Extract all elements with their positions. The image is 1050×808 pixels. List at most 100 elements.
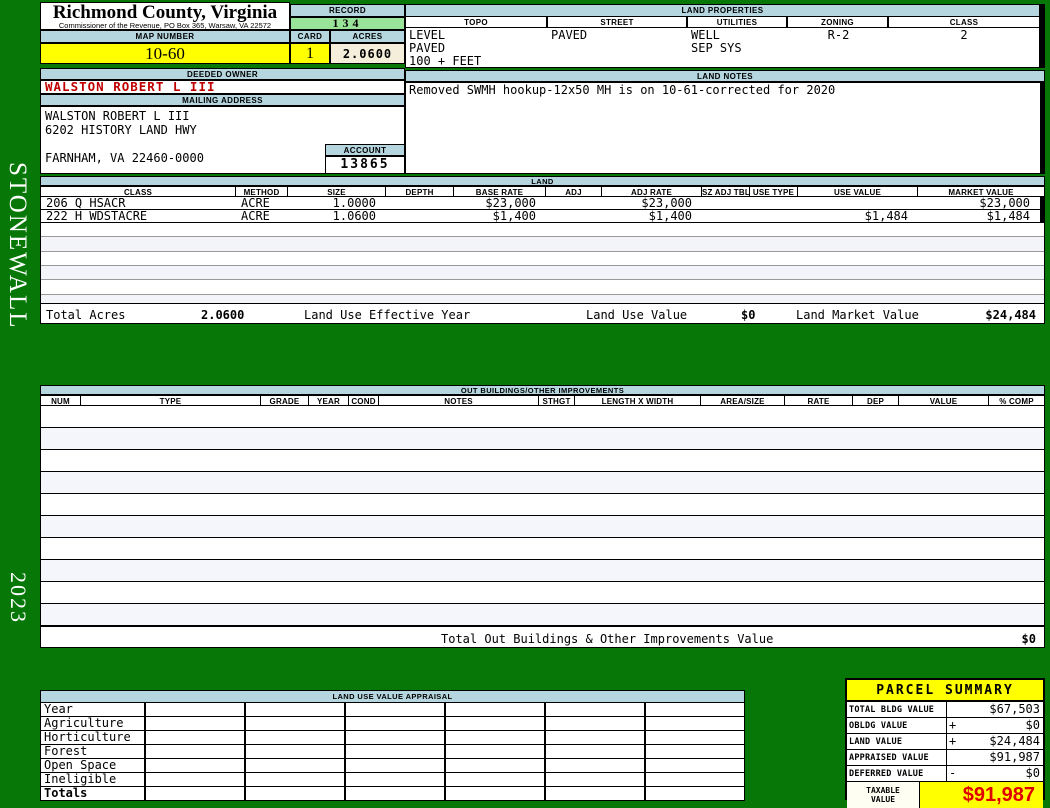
col-zoning: ZONING [787, 17, 888, 28]
land-use-appraisal-cell [145, 787, 245, 801]
land-properties-section: LAND PROPERTIES TOPO STREET UTILITIES ZO… [405, 4, 1045, 68]
land-use-appraisal-cell [445, 717, 545, 731]
col-type: TYPE [81, 395, 261, 406]
col-adj-rate: ADJ RATE [602, 186, 702, 197]
land-use-appraisal-row-label: Ineligible [40, 773, 145, 787]
land-use-appraisal-cell [245, 787, 345, 801]
taxable-value-label: TAXABLE VALUE [847, 782, 920, 808]
land-use-appraisal-cell [545, 731, 645, 745]
topo-value: LEVEL [409, 28, 446, 42]
land-use-appraisal-cell [345, 717, 445, 731]
parcel-summary-row: OBLDG VALUE + $0 [847, 718, 1043, 734]
total-acres-label: Total Acres [46, 308, 126, 322]
col-sthgt: STHGT [539, 395, 575, 406]
out-buildings-empty-row [41, 428, 1044, 450]
col-adj: ADJ [546, 186, 602, 197]
card-value: 1 [290, 43, 330, 64]
out-buildings-total-row: Total Out Buildings & Other Improvements… [40, 626, 1045, 648]
out-buildings-empty-row [41, 604, 1044, 626]
map-number-header: MAP NUMBER [40, 30, 290, 43]
col-cond: COND [349, 395, 379, 406]
land-use-appraisal-cell [445, 759, 545, 773]
land-empty-row [41, 237, 1044, 252]
county-title-box: Richmond County, Virginia Commissioner o… [40, 2, 290, 30]
topo-value: 100 + FEET [409, 54, 482, 68]
property-record-card: { "page": { "district": "STONEWALL", "ye… [0, 0, 1050, 808]
col-use-type: USE TYPE [750, 186, 798, 197]
land-use-appraisal-cell [245, 703, 345, 717]
col-year: YEAR [309, 395, 349, 406]
land-use-appraisal-cell [445, 787, 545, 801]
land-use-appraisal-cell [345, 759, 445, 773]
record-value: 134 [290, 16, 405, 30]
land-use-appraisal-row-label: Agriculture [40, 717, 145, 731]
land-use-appraisal-cell [645, 745, 745, 759]
land-use-appraisal-cell [345, 787, 445, 801]
col-depth: DEPTH [386, 186, 454, 197]
parcel-summary-row: TOTAL BLDG VALUE $67,503 [847, 702, 1043, 718]
utilities-value: SEP SYS [691, 41, 742, 55]
out-buildings-total-label: Total Out Buildings & Other Improvements… [441, 632, 774, 646]
land-empty-row [41, 251, 1044, 266]
land-use-appraisal-cell [445, 745, 545, 759]
land-use-appraisal-cell [245, 759, 345, 773]
parcel-summary-section: PARCEL SUMMARY TOTAL BLDG VALUE $67,503 … [845, 678, 1045, 808]
land-use-appraisal-row-label: Year [40, 703, 145, 717]
land-use-appraisal-cell [645, 759, 745, 773]
col-base-rate: BASE RATE [454, 186, 546, 197]
land-use-appraisal-row: Horticulture [40, 731, 745, 745]
parcel-summary-row: APPRAISED VALUE $91,987 [847, 750, 1043, 766]
land-use-appraisal-cell [145, 745, 245, 759]
col-method: METHOD [236, 186, 288, 197]
land-use-appraisal-row-label: Forest [40, 745, 145, 759]
out-buildings-title: OUT BUILDINGS/OTHER IMPROVEMENTS [40, 385, 1045, 395]
col-area-size: AREA/SIZE [701, 395, 785, 406]
out-buildings-empty-row [41, 516, 1044, 538]
account-value: 13865 [325, 156, 405, 174]
col-class: CLASS [41, 186, 236, 197]
land-use-appraisal-row: Year [40, 703, 745, 717]
out-buildings-empty-row [41, 450, 1044, 472]
parcel-summary-title: PARCEL SUMMARY [847, 680, 1043, 702]
out-buildings-empty-rows [40, 406, 1045, 626]
parcel-summary-row: LAND VALUE + $24,484 [847, 734, 1043, 750]
land-use-appraisal-cell [245, 745, 345, 759]
col-dep: DEP [853, 395, 899, 406]
col-num: NUM [41, 395, 81, 406]
land-market-value-label: Land Market Value [796, 308, 919, 322]
mailing-address-header: MAILING ADDRESS [40, 94, 405, 106]
land-use-appraisal-cell [645, 717, 745, 731]
land-use-appraisal-cell [445, 731, 545, 745]
land-properties-column-headers: TOPO STREET UTILITIES ZONING CLASS [405, 17, 1040, 28]
land-row: 222 H WDSTACRE ACRE 1.0600 $1,400 $1,400… [40, 210, 1045, 223]
out-buildings-empty-row [41, 494, 1044, 516]
district-vertical-label: STONEWALL [4, 162, 31, 330]
deeded-owner-value: WALSTON ROBERT L III [40, 80, 405, 94]
address-line-2: 6202 HISTORY LAND HWY [45, 123, 197, 137]
land-empty-row [41, 265, 1044, 281]
col-street: STREET [547, 17, 687, 28]
out-buildings-column-headers: NUM TYPE GRADE YEAR COND NOTES STHGT LEN… [40, 395, 1045, 406]
acres-value: 2.0600 [330, 43, 405, 64]
out-buildings-total-value: $0 [1021, 632, 1036, 646]
land-use-appraisal-cell [345, 773, 445, 787]
land-use-appraisal-row: Open Space [40, 759, 745, 773]
land-use-appraisal-cell [445, 703, 545, 717]
land-use-appraisal-cell [545, 787, 645, 801]
land-use-appraisal-row: Agriculture [40, 717, 745, 731]
acres-header: ACRES [330, 30, 405, 43]
out-buildings-empty-row [41, 472, 1044, 494]
col-use-value: USE VALUE [798, 186, 918, 197]
land-use-appraisal-row: Ineligible [40, 773, 745, 787]
col-rate: RATE [785, 395, 853, 406]
land-use-appraisal-cell [145, 703, 245, 717]
land-notes-header: LAND NOTES [405, 70, 1045, 82]
col-length-width: LENGTH X WIDTH [575, 395, 701, 406]
col-notes: NOTES [379, 395, 539, 406]
land-properties-title: LAND PROPERTIES [405, 4, 1040, 17]
col-pct-comp: % COMP [989, 395, 1045, 406]
topo-value: PAVED [409, 41, 446, 55]
land-use-appraisal-cell [445, 773, 545, 787]
land-use-value-label: Land Use Value [586, 308, 688, 322]
out-buildings-empty-row [41, 538, 1044, 560]
